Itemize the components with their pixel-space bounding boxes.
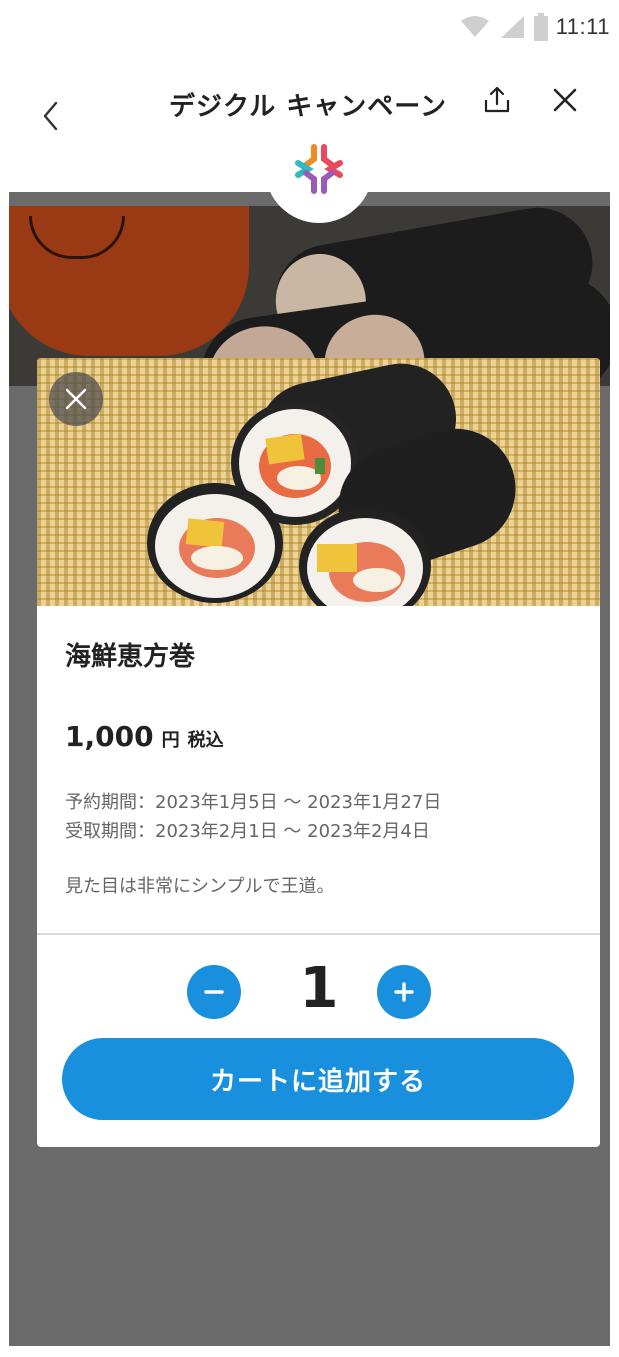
close-button[interactable] bbox=[547, 80, 583, 120]
chevron-left-icon bbox=[43, 101, 58, 131]
product-name: 海鮮恵方巻 bbox=[65, 642, 196, 672]
app-logo bbox=[265, 115, 373, 223]
plus-icon bbox=[394, 982, 414, 1002]
phone-screen: 11:11 デジクル キャンペーン 海鮮恵方巻 1,000 円 税込 予約期間：… bbox=[9, 0, 610, 1346]
status-icons: 11:11 bbox=[460, 12, 610, 42]
photo-close-button[interactable] bbox=[49, 372, 103, 426]
add-to-cart-button[interactable]: カートに追加する bbox=[62, 1038, 574, 1120]
ehomaki-illustration bbox=[147, 363, 516, 606]
share-icon bbox=[484, 86, 510, 113]
app-logo-icon bbox=[295, 144, 343, 194]
close-icon bbox=[65, 388, 87, 410]
status-time: 11:11 bbox=[555, 14, 610, 39]
price-value: 1,000 bbox=[65, 720, 154, 753]
quantity-increase-button[interactable] bbox=[377, 965, 431, 1019]
product-modal: 海鮮恵方巻 1,000 円 税込 予約期間：2023年1月5日 ～ 2023年1… bbox=[37, 358, 600, 1147]
minus-icon bbox=[204, 990, 224, 994]
price-row: 1,000 円 税込 bbox=[65, 720, 224, 753]
reservation-period: 予約期間：2023年1月5日 ～ 2023年1月27日 bbox=[65, 792, 442, 813]
price-unit: 円 bbox=[161, 730, 180, 751]
quantity-value: 1 bbox=[299, 956, 339, 1021]
back-button[interactable] bbox=[33, 94, 69, 138]
close-icon bbox=[553, 88, 577, 112]
product-photo bbox=[37, 358, 600, 606]
battery-icon bbox=[533, 13, 548, 41]
share-button[interactable] bbox=[479, 80, 515, 120]
quantity-decrease-button[interactable] bbox=[187, 965, 241, 1019]
divider bbox=[37, 933, 600, 935]
status-bar: 11:11 bbox=[9, 0, 610, 52]
wifi-icon bbox=[460, 16, 489, 37]
pickup-period: 受取期間：2023年2月1日 ～ 2023年2月4日 bbox=[65, 821, 430, 842]
product-description: 見た目は非常にシンプルで王道。 bbox=[65, 876, 335, 897]
tax-label: 税込 bbox=[187, 730, 224, 751]
signal-icon bbox=[500, 16, 524, 38]
